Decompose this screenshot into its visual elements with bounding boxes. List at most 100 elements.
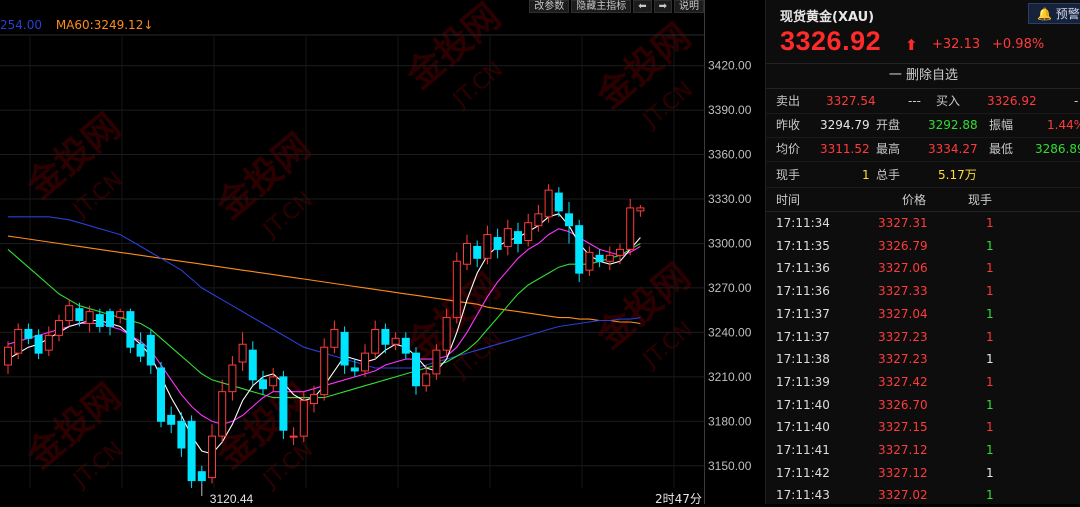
candle-body: [575, 225, 584, 274]
candle-body: [361, 352, 369, 372]
watermark: 金投网JT.CN: [398, 0, 509, 114]
candle: [371, 320, 380, 360]
candle-body: [605, 254, 614, 262]
candle: [452, 252, 461, 324]
candle-body: [503, 228, 512, 247]
tick-time: 17:11:38: [776, 352, 830, 367]
candle-body: [177, 420, 186, 449]
arrow-right-icon[interactable]: ➡: [653, 0, 672, 13]
arrow-left-icon[interactable]: ⬅: [633, 0, 652, 13]
low-label: 最低: [989, 142, 1014, 156]
tick-price: 3327.15: [878, 420, 928, 435]
tick-volume: 1: [986, 261, 994, 276]
alert-button[interactable]: 🔔 预警: [1028, 3, 1080, 24]
candle-body: [493, 237, 502, 250]
kline-svg[interactable]: 金投网JT.CN金投网JT.CN金投网JT.CN金投网JT.CN金投网JT.CN…: [0, 0, 764, 504]
candle: [248, 341, 257, 386]
amplitude-value: 1.44%: [1047, 118, 1080, 132]
candle: [197, 465, 206, 484]
candle-body: [452, 260, 461, 319]
candle: [626, 199, 635, 256]
avg-value: 3311.52: [820, 142, 870, 156]
candle-body: [310, 394, 318, 405]
candle: [177, 412, 186, 457]
candle: [330, 320, 339, 354]
tick-volume: 1: [986, 216, 994, 230]
candle: [361, 344, 369, 377]
instrument-title: 现货黄金(XAU): [780, 10, 875, 25]
candle: [544, 184, 553, 223]
candle-body: [350, 367, 359, 372]
candle: [493, 228, 502, 259]
hide-indicator-button[interactable]: 隐藏主指标: [571, 0, 632, 13]
tick-volume: 1: [986, 443, 994, 457]
sell-volume: ---: [908, 94, 921, 108]
ticks-header: 时间 价格 现手: [766, 190, 1080, 212]
candle: [279, 370, 288, 440]
y-axis-label: 3180.00: [708, 414, 752, 428]
candle-body: [157, 367, 165, 422]
tick-price: 3327.23: [878, 352, 928, 367]
watermark: 金投网JT.CN: [208, 125, 319, 243]
candle: [340, 326, 349, 374]
tick-time: 17:11:35: [776, 238, 830, 253]
tick-price: 3327.02: [878, 488, 928, 503]
bid-ask-row: 卖出 3327.54 --- 买入 3326.92 -: [766, 89, 1080, 114]
candle-body: [636, 207, 645, 212]
ma-legend: 254.00 MA60:3249.12↓: [0, 18, 163, 32]
price-change: +32.13: [932, 37, 981, 52]
y-axis-label: 3390.00: [708, 103, 752, 117]
up-arrow-icon: ⬆: [905, 36, 918, 54]
tick-time: 17:11:37: [776, 306, 830, 321]
ticks-header-price: 价格: [902, 193, 927, 207]
candle-body: [616, 248, 624, 256]
candle: [238, 332, 247, 371]
candle-body: [65, 305, 74, 322]
alert-label: 预警: [1055, 7, 1080, 21]
candle: [595, 249, 604, 268]
sell-label: 卖出: [776, 94, 801, 108]
remove-watchlist-button[interactable]: 一 删除自选: [766, 63, 1080, 89]
kline-chart[interactable]: 金投网 JT.CN 金投网 JT.CN 金投网 JT.CN 金投网 JT.CN 金投网 JT.CN…: [0, 0, 764, 504]
tick-time: 17:11:34: [776, 216, 830, 230]
candle-body: [289, 435, 298, 438]
candle-body: [259, 379, 267, 390]
candle: [585, 246, 594, 277]
candle-body: [381, 328, 390, 345]
candle-body: [422, 373, 431, 387]
candle-body: [208, 435, 216, 479]
candle: [146, 329, 155, 374]
tick-row: 17:11:40 3327.15 1: [766, 416, 1080, 439]
last-price: 3326.92: [780, 26, 882, 56]
candle-body: [218, 391, 227, 437]
params-button[interactable]: 改参数: [529, 0, 570, 13]
candle-body: [146, 334, 155, 366]
candle-body: [432, 349, 441, 375]
candle-body: [95, 314, 104, 327]
tick-price: 3327.23: [878, 329, 928, 344]
candle-body: [565, 213, 573, 227]
tick-price: 3327.12: [878, 465, 928, 480]
candle: [514, 222, 522, 253]
candle: [14, 323, 23, 360]
candle-body: [14, 328, 23, 354]
total-vol-label: 总手: [876, 168, 901, 182]
candle-body: [524, 222, 533, 242]
help-button[interactable]: 说明: [674, 0, 704, 13]
candle: [503, 219, 512, 256]
ma60-value: MA60:3249.12↓: [55, 18, 154, 32]
tick-row: 17:11:37 3327.04 1: [766, 303, 1080, 326]
cur-vol-value: 1: [862, 168, 870, 182]
candle: [228, 356, 237, 401]
ticks-header-vol: 现手: [968, 193, 993, 207]
candle: [218, 379, 227, 443]
tick-time: 17:11:36: [776, 261, 830, 276]
candle-body: [248, 349, 257, 381]
candle-body: [391, 337, 400, 345]
buy-value: 3326.92: [987, 94, 1037, 108]
chart-toolbar: 改参数 隐藏主指标 ⬅ ➡ 说明: [529, 0, 704, 13]
buy-volume: -: [1074, 94, 1079, 108]
candle-body: [626, 207, 635, 250]
candle-body: [330, 328, 339, 348]
tick-row: 17:11:36 3327.33 1: [766, 280, 1080, 303]
